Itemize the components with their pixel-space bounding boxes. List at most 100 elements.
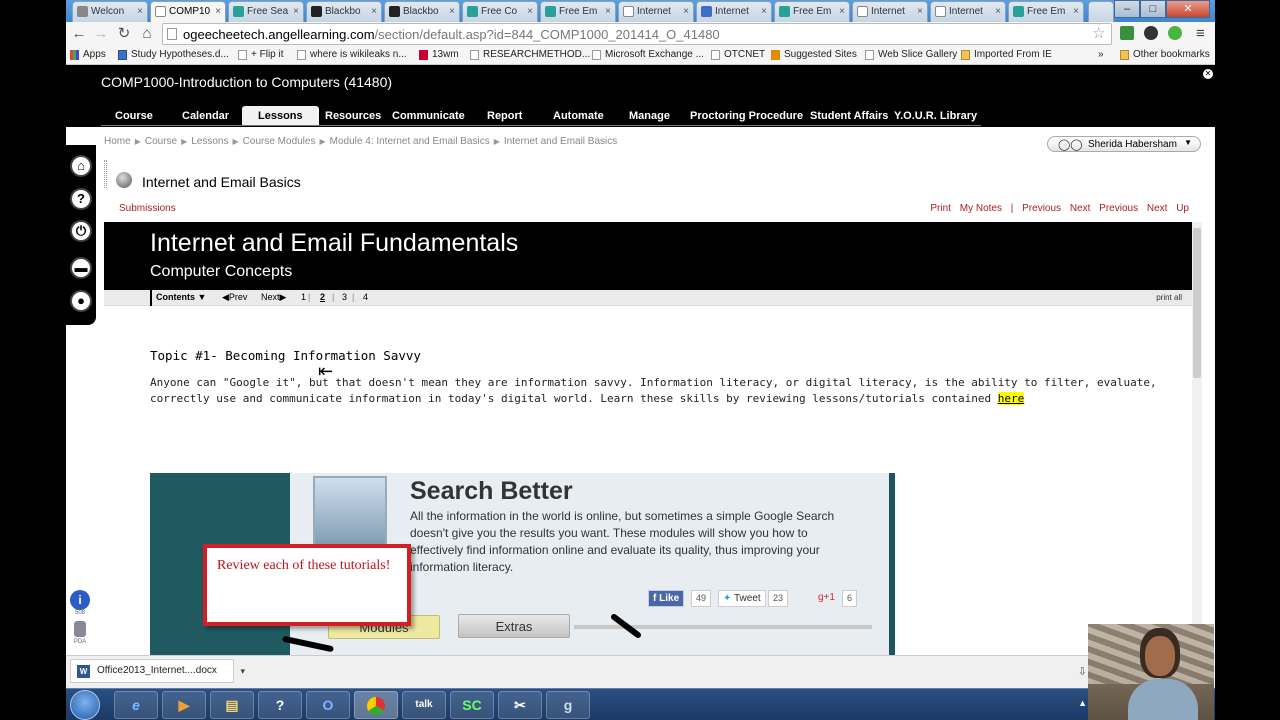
extension-icon[interactable] [1168,26,1182,40]
breadcrumb-course[interactable]: Course [145,136,177,147]
bookmark-item[interactable]: where is wikileaks n... [297,49,407,60]
page-link-2[interactable]: 2 [320,292,325,302]
browser-tab[interactable]: Welcon × [72,1,148,22]
new-tab-button[interactable] [1088,1,1114,22]
breadcrumb-home[interactable]: Home [104,136,131,147]
browser-tab[interactable]: Internet × [930,1,1006,22]
bookmark-item[interactable]: 13wm [419,49,459,60]
nav-course[interactable]: Course [115,106,153,126]
nav-resources[interactable]: Resources [325,106,381,126]
breadcrumb-lessons[interactable]: Lessons [191,136,228,147]
chat-icon[interactable]: ● [70,290,92,312]
close-tab-icon[interactable]: × [293,6,299,17]
close-tab-icon[interactable]: × [137,6,143,17]
print-link[interactable]: Print [930,203,951,214]
screencast-icon[interactable]: SC [450,691,494,719]
browser-tab[interactable]: Free Em × [1008,1,1084,22]
tray-arrow-icon[interactable]: ▲ [1078,698,1087,708]
tweet-button[interactable]: ✦ Tweet [718,590,766,607]
contents-dropdown[interactable]: Contents ▼ [150,290,206,306]
close-tab-icon[interactable]: × [683,6,689,17]
nav-communicate[interactable]: Communicate [392,106,465,126]
close-tab-icon[interactable]: × [215,6,221,17]
close-tab-icon[interactable]: × [605,6,611,17]
help-icon[interactable]: ? [70,188,92,210]
nav-calendar[interactable]: Calendar [182,106,229,126]
close-tab-icon[interactable]: × [761,6,767,17]
page-link-3[interactable]: 3 [342,292,347,302]
bookmark-apps[interactable]: Apps [70,49,106,60]
nav-library[interactable]: Y.O.U.R. Library [894,106,977,126]
nav-automate[interactable]: Automate [553,106,604,126]
nav-report[interactable]: Report [487,106,522,126]
browser-tab[interactable]: Free Sea × [228,1,304,22]
nav-lessons[interactable]: Lessons [242,106,319,126]
browser-tab[interactable]: Internet × [852,1,928,22]
more-bookmarks[interactable]: » [1098,49,1104,60]
reload-icon[interactable]: ↻ [115,25,133,43]
bookmark-star-icon[interactable]: ☆ [1092,24,1105,42]
close-tab-icon[interactable]: × [839,6,845,17]
here-link[interactable]: here [997,392,1025,405]
snipping-tool-icon[interactable]: ✂ [498,691,542,719]
facebook-like-button[interactable]: f Like [648,590,685,607]
bookmark-item[interactable]: Study Hypotheses.d... [118,49,229,60]
bookmark-item[interactable]: Web Slice Gallery [865,49,957,60]
browser-tab-active[interactable]: COMP10 × [150,1,226,23]
home-icon[interactable]: ⌂ [70,155,92,177]
bookmark-item[interactable]: OTCNET [711,49,765,60]
back-icon[interactable]: ← [70,25,88,43]
maximize-button[interactable]: □ [1140,0,1166,18]
close-tab-icon[interactable]: × [995,6,1001,17]
accessibility-icon[interactable]: i [70,590,90,610]
scrollbar-thumb[interactable] [1193,228,1201,378]
bookmark-item[interactable]: Microsoft Exchange ... [592,49,704,60]
forward-icon[interactable]: → [92,25,110,43]
browser-tab[interactable]: Free Em × [540,1,616,22]
print-all-link[interactable]: print all [1156,293,1182,302]
previous-link[interactable]: Previous [1022,203,1061,214]
search-app-icon[interactable]: g [546,691,590,719]
browser-tab[interactable]: Free Co × [462,1,538,22]
chrome-icon[interactable] [354,691,398,719]
media-player-icon[interactable]: ▶ [162,691,206,719]
close-tab-icon[interactable]: × [371,6,377,17]
browser-tab[interactable]: Blackbo × [384,1,460,22]
breadcrumb-course-modules[interactable]: Course Modules [243,136,316,147]
browser-tab[interactable]: Free Em × [774,1,850,22]
bookmark-item[interactable]: Suggested Sites [771,49,857,60]
browser-tab[interactable]: Internet × [618,1,694,22]
my-notes-link[interactable]: My Notes [960,203,1002,214]
page-link-1[interactable]: 1 [301,292,306,302]
bookmark-folder[interactable]: Imported From IE [961,49,1052,60]
extension-icon[interactable] [1144,26,1158,40]
bookmark-item[interactable]: + Flip it [238,49,284,60]
download-item[interactable]: W Office2013_Internet....docx ▾ [70,659,245,683]
drag-handle[interactable] [104,160,107,188]
file-explorer-icon[interactable]: ▤ [210,691,254,719]
help-icon[interactable]: ? [258,691,302,719]
outlook-icon[interactable]: O [306,691,350,719]
submissions-link[interactable]: Submissions [119,203,176,214]
extension-icon[interactable] [1120,26,1134,40]
close-tab-icon[interactable]: × [527,6,533,17]
breadcrumb-module[interactable]: Module 4: Internet and Email Basics [330,136,490,147]
next-link[interactable]: Next [1147,203,1168,214]
browser-tab[interactable]: Internet × [696,1,772,22]
home-icon[interactable]: ⌂ [138,25,156,43]
nav-student-affairs[interactable]: Student Affairs [810,106,888,126]
vertical-scrollbar[interactable] [1192,222,1202,655]
talk-icon[interactable]: talk [402,691,446,719]
close-tab-icon[interactable]: × [449,6,455,17]
pda-icon[interactable] [74,621,86,637]
menu-icon[interactable]: ≡ [1196,25,1205,42]
folder-icon[interactable]: ▬ [70,257,92,279]
extras-button[interactable]: Extras [458,614,570,638]
downloads-close-icon[interactable]: ⇩ [1078,665,1087,678]
bookmark-item[interactable]: RESEARCHMETHOD... [470,49,590,60]
minimize-button[interactable]: – [1114,0,1140,18]
next-button[interactable]: Next▶ [261,292,286,303]
browser-tab[interactable]: Blackbo × [306,1,382,22]
bookmark-folder[interactable]: Other bookmarks [1120,49,1210,60]
user-menu[interactable]: ◯◯ Sherida Habersham ▼ [1047,136,1201,152]
